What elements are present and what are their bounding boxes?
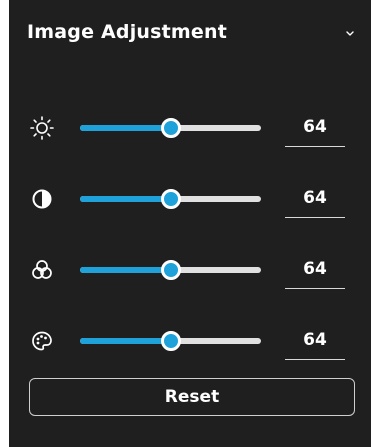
reset-button[interactable]: Reset xyxy=(29,378,355,416)
image-adjustment-panel: Image Adjustment 64 64 64 64 Reset xyxy=(9,0,371,447)
brightness-row xyxy=(9,108,371,148)
panel-title: Image Adjustment xyxy=(27,21,228,43)
brightness-slider[interactable] xyxy=(80,118,261,138)
contrast-row xyxy=(9,179,371,219)
brightness-slider-thumb[interactable] xyxy=(160,118,181,138)
palette-icon xyxy=(29,328,55,354)
saturation-slider-thumb[interactable] xyxy=(160,260,181,280)
hue-slider-thumb[interactable] xyxy=(160,331,181,351)
saturation-slider-fill xyxy=(80,267,171,273)
contrast-slider-fill xyxy=(80,196,171,202)
hue-slider-fill xyxy=(80,338,171,344)
contrast-slider[interactable] xyxy=(80,189,261,209)
brightness-value-input[interactable] xyxy=(285,108,345,147)
panel-header[interactable]: Image Adjustment xyxy=(9,0,371,66)
saturation-value-input[interactable] xyxy=(285,250,345,289)
hue-value-input[interactable] xyxy=(285,321,345,360)
hue-slider[interactable] xyxy=(80,331,261,351)
hue-row xyxy=(9,321,371,361)
brightness-slider-fill xyxy=(80,125,171,131)
saturation-row xyxy=(9,250,371,290)
color-circles-icon xyxy=(29,257,55,283)
contrast-value-input[interactable] xyxy=(285,179,345,218)
brightness-icon xyxy=(29,115,55,141)
contrast-slider-thumb[interactable] xyxy=(160,189,181,209)
chevron-down-icon[interactable] xyxy=(343,26,357,40)
saturation-slider[interactable] xyxy=(80,260,261,280)
contrast-icon xyxy=(29,186,55,212)
